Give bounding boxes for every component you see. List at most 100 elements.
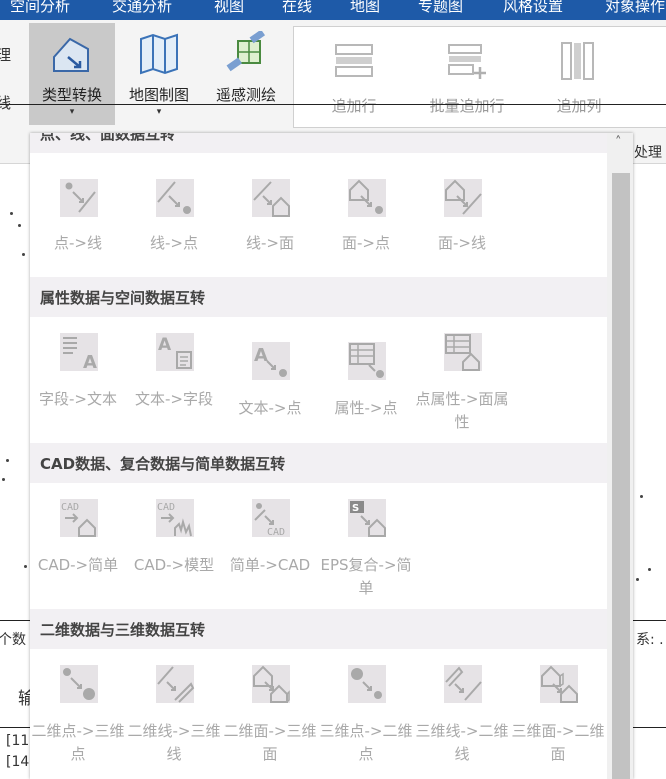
map-point <box>10 212 13 215</box>
menu-style-settings[interactable]: 风格设置 <box>503 0 563 16</box>
type-convert-button[interactable]: 类型转换 ▾ <box>29 23 115 125</box>
dropdown-scrollbar[interactable]: ˄ <box>607 133 633 779</box>
svg-text:S: S <box>352 503 359 514</box>
section-header: 二维数据与三维数据互转 <box>30 609 607 649</box>
tool-label: CAD->模型 <box>133 556 215 574</box>
map-making-button[interactable]: 地图制图 ▾ <box>119 23 199 125</box>
3d-point-to-2d-point-icon <box>348 665 386 703</box>
tool-label: 简单->CAD <box>229 556 311 574</box>
map-point <box>22 253 25 256</box>
append-column-button[interactable]: 追加列 <box>534 27 624 127</box>
map-point <box>24 565 27 568</box>
batch-append-row-label: 批量追加行 <box>429 97 505 115</box>
chevron-down-icon: ▾ <box>69 107 75 117</box>
section-title: 属性数据与空间数据互转 <box>40 289 206 307</box>
type-convert-icon <box>50 31 94 79</box>
3d-line-to-2d-line-icon <box>444 665 482 703</box>
menu-thematic-map[interactable]: 专题图 <box>418 0 463 16</box>
menu-object-operations[interactable]: 对象操作 <box>605 0 665 16</box>
menu-online[interactable]: 在线 <box>282 0 312 16</box>
tool-label: 三维面->二维面 <box>511 722 605 763</box>
tool-label: 面->点 <box>342 234 390 252</box>
region-to-point-icon <box>348 179 386 217</box>
svg-text:A: A <box>158 335 172 355</box>
batch-append-row-button[interactable]: 批量追加行 <box>422 27 512 127</box>
simple-to-cad-icon: CAD <box>252 499 290 538</box>
append-column-label: 追加列 <box>556 97 602 115</box>
map-point <box>18 224 21 227</box>
field-to-text-icon: A <box>60 333 98 372</box>
output-line: [14 <box>6 754 30 770</box>
eps-to-simple-icon: S <box>348 499 386 537</box>
ribbon-left-fragment: 理 <box>0 46 12 64</box>
menu-view[interactable]: 视图 <box>214 0 244 16</box>
map-making-label: 地图制图 <box>128 86 189 104</box>
point-attr-to-region-attr-icon <box>444 333 482 371</box>
svg-text:CAD: CAD <box>157 502 175 513</box>
tool-label: 字段->文本 <box>39 390 117 408</box>
tool-label: 线->点 <box>150 234 198 252</box>
type-convert-label: 类型转换 <box>41 86 102 104</box>
menu-bar: 空间分析 交通分析 视图 在线 地图 专题图 风格设置 对象操作 <box>0 0 666 20</box>
append-row-label: 追加行 <box>331 97 377 115</box>
tool-label: 点属性->面属性 <box>415 390 509 431</box>
map-point <box>636 578 639 581</box>
2d-region-to-3d-region-icon <box>252 665 290 703</box>
status-fragment: 个数 <box>0 632 26 648</box>
svg-text:A: A <box>254 345 268 366</box>
scroll-up-icon[interactable]: ˄ <box>615 135 622 150</box>
remote-sensing-label: 遥感测绘 <box>215 86 276 104</box>
append-row-icon <box>334 41 374 85</box>
panel-header-fragment: 处理 <box>634 145 662 161</box>
menu-traffic-analysis[interactable]: 交通分析 <box>112 0 172 16</box>
map-point <box>2 478 5 481</box>
batch-append-row-icon <box>447 41 487 85</box>
line-to-region-icon <box>252 179 290 217</box>
map-point <box>640 495 643 498</box>
text-to-point-icon: A <box>252 342 290 380</box>
tool-label: 二维点->三维点 <box>31 722 125 763</box>
map-point <box>6 459 9 462</box>
tool-label: EPS复合->简单 <box>320 556 412 597</box>
section-title: 点、线、面数据互转 <box>40 133 176 143</box>
3d-region-to-2d-region-icon <box>540 665 578 703</box>
type-convert-dropdown: 点、线、面数据互转 点->线 线->点 线->面 面->点 面->线 属性数据与… <box>30 133 633 779</box>
tool-label: 三维线->二维线 <box>415 722 509 763</box>
status-fragment: 系: . <box>636 632 664 648</box>
section-header: CAD数据、复合数据与简单数据互转 <box>30 443 607 483</box>
svg-text:A: A <box>83 352 97 372</box>
section-title: CAD数据、复合数据与简单数据互转 <box>40 455 286 473</box>
region-to-line-icon <box>444 179 482 217</box>
tool-label: 线->面 <box>246 234 294 252</box>
svg-text:CAD: CAD <box>267 527 285 538</box>
remote-sensing-icon <box>224 29 268 79</box>
cad-to-simple-icon: CAD <box>60 499 98 537</box>
ribbon-left-fragment: 线 <box>0 94 12 112</box>
menu-spatial-analysis[interactable]: 空间分析 <box>10 0 70 16</box>
section-title: 二维数据与三维数据互转 <box>40 621 206 639</box>
text-to-field-icon: A <box>156 333 194 371</box>
map-point <box>648 568 651 571</box>
tool-label: 面->线 <box>438 234 486 252</box>
append-column-icon <box>559 41 599 85</box>
point-to-line-icon <box>60 179 98 217</box>
tool-label: 文本->点 <box>238 399 302 417</box>
svg-text:CAD: CAD <box>61 502 79 513</box>
tool-label: CAD->简单 <box>37 556 119 574</box>
tool-label: 点->线 <box>54 234 102 252</box>
table-operations-group: 追加行 批量追加行 追加列 <box>293 26 666 128</box>
tool-label: 二维面->三维面 <box>223 722 317 763</box>
2d-point-to-3d-point-icon <box>60 665 98 703</box>
remote-sensing-button[interactable]: 遥感测绘 <box>206 23 286 125</box>
map-making-icon <box>137 31 181 79</box>
attribute-to-point-icon <box>348 342 386 380</box>
scroll-thumb[interactable] <box>612 173 630 779</box>
2d-line-to-3d-line-icon <box>156 665 195 703</box>
output-line: [11 <box>6 733 30 749</box>
tool-label: 三维点->二维点 <box>319 722 413 763</box>
menu-map[interactable]: 地图 <box>350 0 380 16</box>
append-row-button[interactable]: 追加行 <box>309 27 399 127</box>
section-header: 点、线、面数据互转 <box>30 133 607 153</box>
line-to-point-icon <box>156 179 194 217</box>
divider-line <box>0 104 666 105</box>
